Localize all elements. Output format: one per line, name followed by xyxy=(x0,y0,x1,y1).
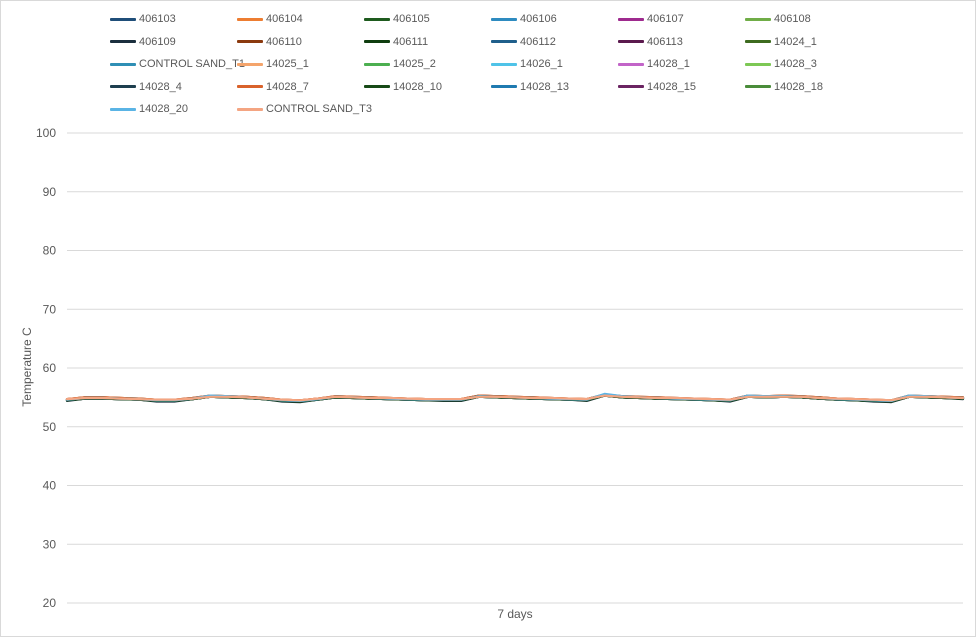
chart-container: 406103 406104 406105 406106 406107 406108 4061… xyxy=(0,0,976,637)
y-tick-label: 70 xyxy=(43,302,57,316)
x-axis-title: 7 days xyxy=(497,607,532,621)
y-axis-title: Temperature C xyxy=(20,327,34,407)
line-chart: 20 30 40 50 60 70 80 90 100 7 days Temperature C xyxy=(20,126,965,621)
y-tick-label: 100 xyxy=(36,126,56,140)
y-tick-label: 90 xyxy=(43,185,57,199)
y-tick-label: 60 xyxy=(43,361,57,375)
y-tick-label: 80 xyxy=(43,244,57,258)
y-tick-label: 30 xyxy=(43,537,57,551)
y-tick-label: 40 xyxy=(43,479,57,493)
y-tick-label: 20 xyxy=(43,596,57,610)
y-tick-label: 50 xyxy=(43,420,57,434)
